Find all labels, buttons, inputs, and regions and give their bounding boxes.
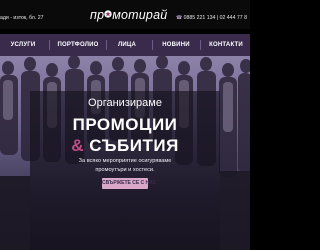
nav-item-portfolio[interactable]: ПОРТФОЛИО: [52, 34, 104, 56]
nav-item-faces[interactable]: ЛИЦА: [110, 34, 144, 56]
hero-title-line1: Организираме: [88, 97, 162, 109]
hero-lead-line2: промоутъри и хостеси.: [95, 167, 155, 173]
nav-item-services[interactable]: УСЛУГИ: [6, 34, 40, 56]
hero-title-line3: & СЪБИТИЯ: [0, 136, 250, 156]
top-bar: ади - изток, бл. 27 пр мотирай ☎ 0885 221…: [0, 0, 250, 29]
hero-title-line2: ПРОМОЦИИ: [72, 115, 178, 134]
header-address: ади - изток, бл. 27: [0, 15, 44, 21]
hero-title-ampersand: &: [71, 136, 84, 155]
site-logo[interactable]: пр мотирай: [90, 8, 167, 22]
hero-lead-line1: За всяко мероприятие осигуряваме: [78, 158, 172, 164]
phones-text: 0885 221 134 | 02 444 77 8: [183, 15, 247, 21]
logo-text-end: мотирай: [112, 8, 168, 22]
nav-divider: [106, 40, 107, 50]
nav-item-news[interactable]: НОВИНИ: [156, 34, 196, 56]
header-phones[interactable]: ☎ 0885 221 134 | 02 444 77 8: [176, 15, 247, 21]
nav-divider: [200, 40, 201, 50]
main-nav: УСЛУГИ ПОРТФОЛИО ЛИЦА НОВИНИ КОНТАКТИ: [0, 34, 250, 56]
phone-icon: ☎: [175, 15, 183, 21]
hero-lead: За всяко мероприятие осигуряваме промоут…: [0, 157, 250, 175]
hero-title-events: СЪБИТИЯ: [89, 136, 179, 155]
nav-item-contacts[interactable]: КОНТАКТИ: [203, 34, 249, 56]
contact-us-button[interactable]: СВЪРЖЕТЕ СЕ С НАС: [102, 178, 156, 189]
nav-divider: [49, 40, 50, 50]
nav-divider: [152, 40, 153, 50]
logo-text-start: пр: [90, 8, 105, 22]
